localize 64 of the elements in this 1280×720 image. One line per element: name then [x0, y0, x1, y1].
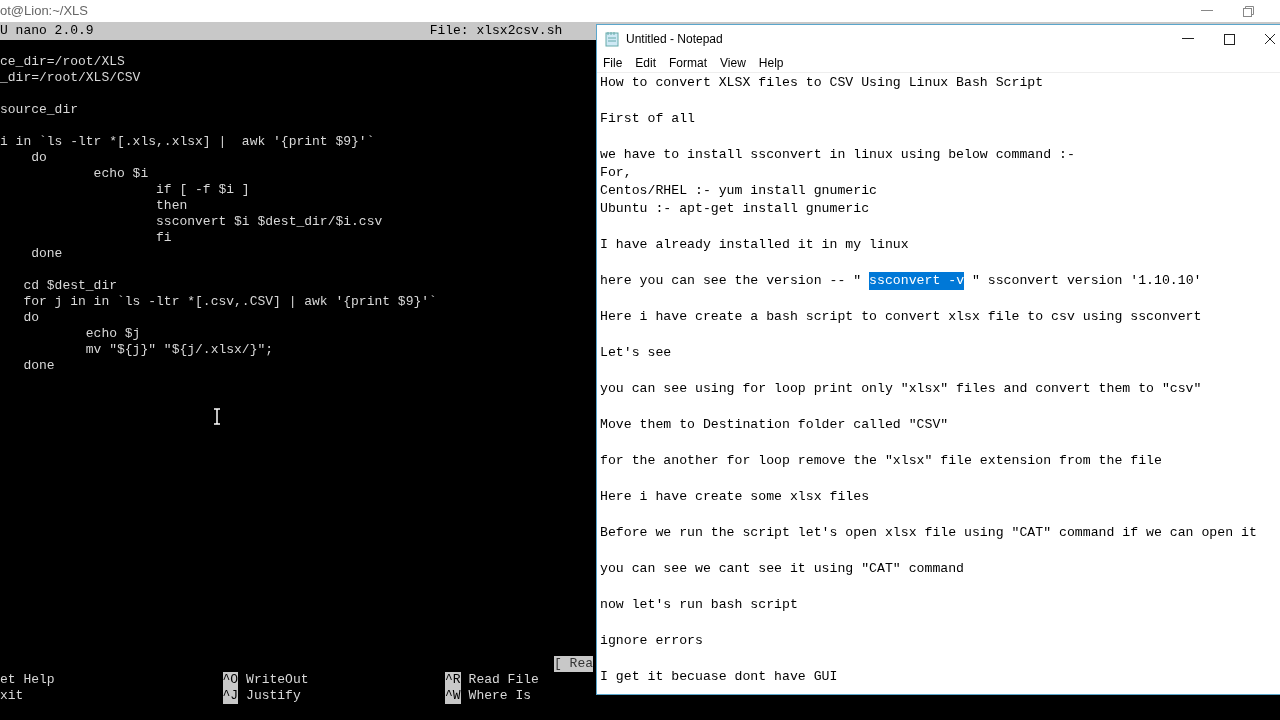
shortcut-key: ^R [445, 672, 461, 688]
text-line: I have already installed it in my linux [600, 236, 909, 254]
shortcut-key: ^J [222, 688, 239, 704]
text-line: First of all [600, 110, 695, 128]
text-line: Ubuntu :- apt-get install gnumeric [600, 200, 870, 218]
shortcut-label: Where Is [468, 688, 532, 704]
code-line: do [22, 310, 39, 326]
text-line: I get it becuase dont have GUI [600, 668, 838, 686]
code-line: for j in in `ls -ltr *[.csv,.CSV] | awk '{print $9}'` [22, 294, 437, 310]
text-line: How to convert XLSX files to CSV Using Linux Bash Script [600, 74, 1044, 92]
restore-icon[interactable] [1243, 5, 1254, 17]
text-line: Centos/RHEL :- yum install gnumeric [600, 182, 877, 200]
menu-item[interactable]: View [720, 53, 746, 72]
shortcut-key: ^O [222, 672, 239, 688]
shortcut-label: WriteOut [246, 672, 309, 688]
code-line: fi [155, 230, 172, 246]
shortcut-key: ^W [445, 688, 461, 704]
minimize-icon[interactable] [1182, 38, 1194, 40]
maximize-icon[interactable] [1224, 33, 1235, 45]
code-line: do [30, 150, 47, 166]
shortcut-label: xit [0, 688, 24, 704]
code-line: i in `ls -ltr *[.xls,.xlsx] | awk '{print $9}'` [0, 134, 375, 150]
text-line: for the another for loop remove the "xlsx" file extension from the file [600, 452, 1162, 470]
text-line: you can see using for loop print only "xlsx" files and convert them to "csv" [600, 380, 1202, 398]
selected-text: ssconvert -v [869, 272, 965, 290]
close-icon[interactable] [1265, 34, 1275, 44]
file-name: File: xlsx2csv.sh [429, 22, 563, 41]
code-line: echo $i [92, 166, 149, 182]
code-line: done [30, 246, 63, 262]
code-line: source_dir [0, 102, 78, 118]
text-cursor-icon [213, 408, 221, 425]
text-line: Move them to Destination folder called "CSV" [600, 416, 949, 434]
text-line: you can see we cant see it using "CAT" command [600, 560, 965, 578]
shortcut-label: et Help [0, 672, 55, 688]
text-line: " ssconvert version '1.10.10' [970, 272, 1202, 290]
code-line: if [ -f $i ] [155, 182, 250, 198]
program-version: U nano 2.0.9 [0, 22, 94, 41]
window-title: Untitled - Notepad [626, 31, 723, 48]
text-line: Here i have create some xlsx files [600, 488, 870, 506]
text-line: Before we run the script let's open xlsx file using "CAT" command if we can open it [600, 524, 1257, 542]
text-line: ignore errors [600, 632, 703, 650]
text-line: For, [600, 164, 632, 182]
code-line: _dir=/root/XLS/CSV [0, 70, 141, 86]
menu-item[interactable]: File [603, 53, 623, 72]
window-title: ot@Lion:~/XLS [0, 2, 88, 21]
text-line: here you can see the version -- " [600, 272, 863, 290]
text-line: now let's run bash script [600, 596, 798, 614]
text-line: we have to install ssconvert in linux using below command :- [600, 146, 1075, 164]
status-message: [ Rea [554, 656, 593, 672]
text-line: Let's see [600, 344, 672, 362]
menu-item[interactable]: Help [758, 53, 784, 72]
shortcut-label: Read File [468, 672, 539, 688]
notepad-icon [605, 31, 619, 47]
code-line: done [22, 358, 55, 374]
code-line: ssconvert $i $dest_dir/$i.csv [155, 214, 383, 230]
code-line: ce_dir=/root/XLS [0, 54, 125, 70]
menu-item[interactable]: Format [669, 53, 708, 72]
menu-item[interactable]: Edit [635, 53, 657, 72]
code-line: cd $dest_dir [22, 278, 118, 294]
shortcut-label: Justify [246, 688, 301, 704]
code-line: mv "${j}" "${j/.xlsx/}"; [84, 342, 274, 358]
code-line: then [155, 198, 188, 214]
code-line: echo $j [84, 326, 141, 342]
text-line: Here i have create a bash script to convert xlsx file to csv using ssconvert [600, 308, 1202, 326]
